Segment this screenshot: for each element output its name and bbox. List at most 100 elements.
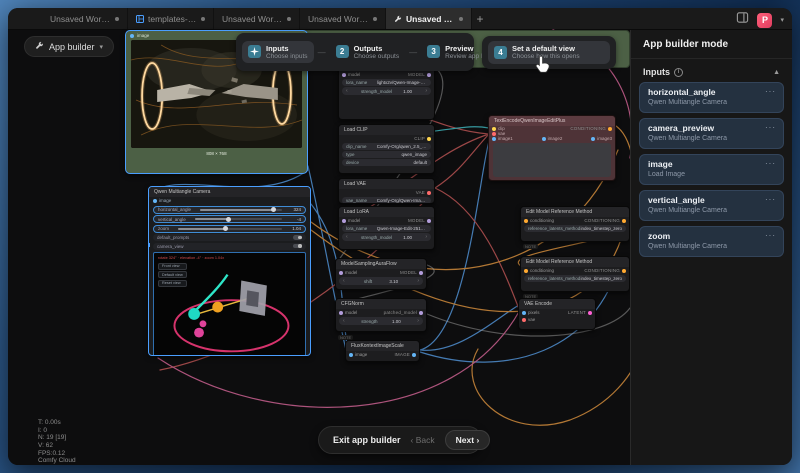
app-builder-stepper: Inputs Choose inputs — 2 Outputs Choose ou… (236, 33, 498, 71)
unsaved-dot-icon (287, 16, 291, 21)
toggle-camera-view[interactable]: camera_view (153, 242, 306, 250)
model-port[interactable] (339, 310, 343, 315)
clip-port[interactable] (427, 136, 431, 141)
inputs-step-icon (248, 45, 261, 59)
model-port[interactable] (342, 218, 346, 223)
node-qwen-multiangle-camera[interactable]: Qwen Multiangle Camera image horizontal_… (148, 186, 311, 356)
conditioning-port[interactable] (622, 218, 626, 223)
wizard-footer-bar: Exit app builder ‹ Back Next › (318, 426, 491, 454)
image-port[interactable] (541, 136, 546, 141)
model-port[interactable] (342, 72, 346, 77)
sidebar-title: App builder mode (631, 30, 792, 59)
inputs-section-header[interactable]: Inputs i ▲ (631, 59, 792, 82)
widget-strength-model[interactable]: strength_model1.00 (342, 233, 431, 241)
tab-bar: Unsaved Workflow templates-qwen_mu... Un… (8, 8, 792, 30)
model-port[interactable] (419, 270, 423, 275)
node-load-vae[interactable]: Load VAE VAE vae_name Comfy-Org/Qwen-Imag… (338, 178, 435, 204)
exit-app-builder-button[interactable]: Exit app builder (333, 435, 401, 445)
prompt-textarea[interactable] (493, 143, 611, 177)
camera-orbit-visual (173, 273, 290, 352)
note-badge: NOTE (523, 244, 539, 249)
vae-port[interactable] (522, 317, 526, 322)
conditioning-port[interactable] (524, 268, 528, 273)
image-dimensions: 808 × 768 (206, 151, 227, 156)
node-text-encode-qwen-image-edit-plus[interactable]: TextEncodeQwenImageEditPlus clip CONDITIO… (488, 115, 616, 181)
image-port[interactable] (492, 136, 496, 141)
unsaved-dot-icon (459, 16, 463, 21)
slider-vertical-angle[interactable]: vertical_angle -4 (153, 215, 306, 223)
conditioning-port[interactable] (622, 268, 626, 273)
slider-horizontal-angle[interactable]: horizontal_angle 324 (153, 205, 306, 214)
node-model-sampling-auraflow[interactable]: ModelSamplingAuraFlow modelMODEL shift3.… (335, 258, 427, 290)
widget-clip-name[interactable]: clip_nameComfy-Org/qwen_2.5_vl_7b_fp8_sc… (342, 143, 431, 150)
latent-port[interactable] (588, 310, 592, 315)
node-load-clip[interactable]: Load CLIP CLIP clip_name Comfy-Org/qwen_2… (338, 124, 435, 174)
node-load-lora-2[interactable]: Load LoRA model MODEL lora_name Qwen-Image… (338, 206, 435, 250)
tab-unsaved-workflow-3[interactable]: Unsaved Workflow (3) (214, 8, 300, 29)
next-button[interactable]: Next › (444, 430, 491, 450)
new-tab-button[interactable]: + (472, 8, 488, 29)
pixels-port[interactable] (522, 310, 526, 315)
tab-unsaved-workflow[interactable]: Unsaved Workflow (42, 8, 128, 29)
chevron-down-icon[interactable]: ▾ (780, 16, 784, 24)
card-menu-icon[interactable]: ··· (765, 195, 776, 204)
widget-lora-name[interactable]: lora_nameQwen-Image-Edit-2511-Multiple-A… (342, 225, 431, 232)
card-menu-icon[interactable]: ··· (765, 123, 776, 132)
toggle-icon (293, 235, 302, 240)
input-card-horizontal-angle[interactable]: horizontal_angle Qwen Multiangle Camera … (639, 82, 784, 113)
node-flux-kontext-image-scale[interactable]: FluxKontextImageScale image IMAGE (345, 340, 420, 362)
widget-reference-latents-method[interactable]: reference_latents_method index_timestep_z… (524, 225, 626, 232)
tab-unsaved-workflow-4[interactable]: Unsaved Workflow (4) (386, 8, 472, 29)
avatar[interactable]: P (757, 12, 773, 28)
widget-lora-name[interactable]: lora_namelightx2v/Qwen-Image-Edit-2511-L… (342, 79, 431, 86)
wrench-icon (35, 41, 44, 52)
card-menu-icon[interactable]: ··· (765, 159, 776, 168)
card-menu-icon[interactable]: ··· (765, 87, 776, 96)
widget-shift[interactable]: shift3.10 (339, 277, 423, 285)
model-port[interactable] (427, 218, 431, 223)
toggle-default-prompts[interactable]: default_prompts (153, 234, 306, 241)
widget-reference-latents-method[interactable]: reference_latents_method index_timestep_z… (524, 275, 626, 282)
app-builder-menu-button[interactable]: App builder ▾ (24, 36, 115, 57)
widget-device[interactable]: device default (342, 159, 431, 166)
model-port[interactable] (339, 270, 343, 275)
slider-zoom[interactable]: zoom 1.04 (153, 224, 306, 233)
unsaved-dot-icon (115, 16, 119, 21)
card-menu-icon[interactable]: ··· (765, 231, 776, 240)
node-vae-encode[interactable]: VAE Encode pixels LATENT vae (518, 298, 596, 330)
widget-vae-name[interactable]: vae_nameComfy-Org/Qwen-Image_ComfyUI/qwe… (342, 197, 431, 203)
step-outputs[interactable]: 2 Outputs Choose outputs (330, 41, 406, 64)
model-port[interactable] (419, 310, 423, 315)
node-edit-model-reference-method-1[interactable]: Edit Model Reference Method conditioning… (520, 206, 630, 242)
input-card-image[interactable]: image Load Image ··· (639, 154, 784, 185)
widget-strength[interactable]: strength1.00 (339, 317, 423, 325)
node-edit-model-reference-method-2[interactable]: Edit Model Reference Method conditioning… (520, 256, 630, 292)
conditioning-port[interactable] (608, 126, 612, 131)
widget-strength-model[interactable]: strength_model1.00 (342, 87, 431, 95)
app-builder-sidebar: App builder mode Inputs i ▲ horizontal_a… (630, 30, 792, 465)
back-button[interactable]: ‹ Back (411, 435, 435, 445)
conditioning-port[interactable] (524, 218, 528, 223)
input-card-zoom[interactable]: zoom Qwen Multiangle Camera ··· (639, 226, 784, 257)
vae-port[interactable] (492, 131, 496, 136)
chevron-up-icon: ▲ (773, 68, 780, 76)
image-port[interactable] (591, 136, 596, 141)
model-port[interactable] (427, 72, 431, 77)
wrench-icon (394, 15, 402, 23)
tab-templates-qwen[interactable]: templates-qwen_mu... (128, 8, 214, 29)
image-port[interactable] (130, 33, 134, 38)
step-inputs[interactable]: Inputs Choose inputs (242, 40, 314, 64)
widget-type[interactable]: type qwen_image (342, 151, 431, 158)
input-card-camera-preview[interactable]: camera_preview Qwen Multiangle Camera ··… (639, 118, 784, 149)
image-port[interactable] (412, 352, 416, 357)
feedback-icon[interactable] (736, 11, 749, 29)
tab-unsaved-workflow-2[interactable]: Unsaved Workflow (2) (300, 8, 386, 29)
clip-port[interactable] (492, 126, 496, 131)
input-card-vertical-angle[interactable]: vertical_angle Qwen Multiangle Camera ··… (639, 190, 784, 221)
camera-3d-viewport[interactable]: rotate 324° · elevation -4° · zoom 1.04x… (153, 251, 306, 355)
canvas-perf-stats: T: 0.00s I: 0 N: 19 [19] V: 62 FPS:0.12 … (38, 419, 76, 465)
toggle-icon (293, 243, 302, 249)
vae-port[interactable] (427, 190, 431, 195)
node-cfgnorm[interactable]: CFGNorm modelpatched_model strength1.00 (335, 298, 427, 332)
image-port[interactable] (349, 352, 353, 357)
